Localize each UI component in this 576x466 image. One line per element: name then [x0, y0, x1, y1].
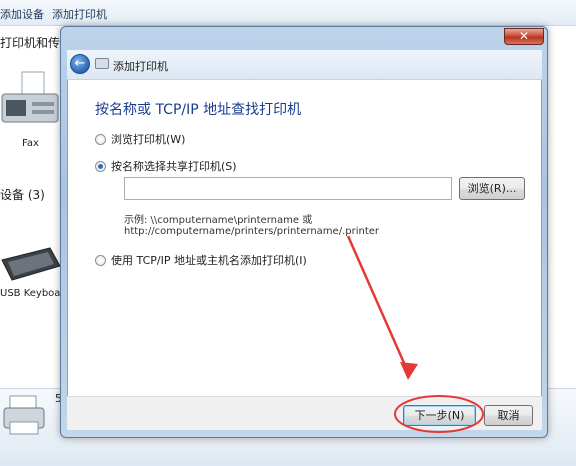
radio-button[interactable]: [95, 133, 106, 145]
dialog-title: 添加打印机: [113, 60, 168, 73]
printer-name-input[interactable]: [124, 177, 452, 200]
radio-tcpip[interactable]: 使用 TCP/IP 地址或主机名添加打印机(I): [95, 252, 307, 268]
radio-by-name-label: 按名称选择共享打印机(S): [111, 160, 237, 173]
example-line-1: 示例: \\computername\printername 或: [124, 215, 313, 226]
radio-browse-printers[interactable]: 浏览打印机(W): [95, 131, 185, 147]
page-heading: 按名称或 TCP/IP 地址查找打印机: [95, 102, 302, 118]
radio-select-shared-printer[interactable]: 按名称选择共享打印机(S): [95, 158, 237, 174]
back-arrow-icon[interactable]: ←: [70, 54, 90, 74]
close-button[interactable]: ✕: [504, 28, 544, 45]
add-printer-link[interactable]: 添加打印机: [52, 6, 107, 22]
radio-tcpip-label: 使用 TCP/IP 地址或主机名添加打印机(I): [111, 254, 307, 267]
fax-icon[interactable]: [0, 66, 60, 134]
cancel-button[interactable]: 取消: [484, 405, 533, 426]
radio-button[interactable]: [95, 254, 106, 266]
devices-section-title: 设备 (3): [0, 188, 45, 202]
example-line-2: http://computername/printers/printername…: [124, 226, 380, 237]
printer-icon: [3, 395, 45, 435]
background-toolbar: 添加设备 添加打印机: [0, 0, 576, 26]
printer-small-icon: [95, 58, 109, 69]
add-device-link[interactable]: 添加设备: [0, 6, 44, 22]
browse-button[interactable]: 浏览(R)...: [459, 177, 525, 200]
radio-browse-label: 浏览打印机(W): [111, 133, 186, 146]
keyboard-icon[interactable]: [0, 246, 62, 286]
fax-label: Fax: [22, 138, 39, 149]
next-button[interactable]: 下一步(N): [403, 405, 476, 426]
radio-button-checked[interactable]: [95, 160, 106, 172]
